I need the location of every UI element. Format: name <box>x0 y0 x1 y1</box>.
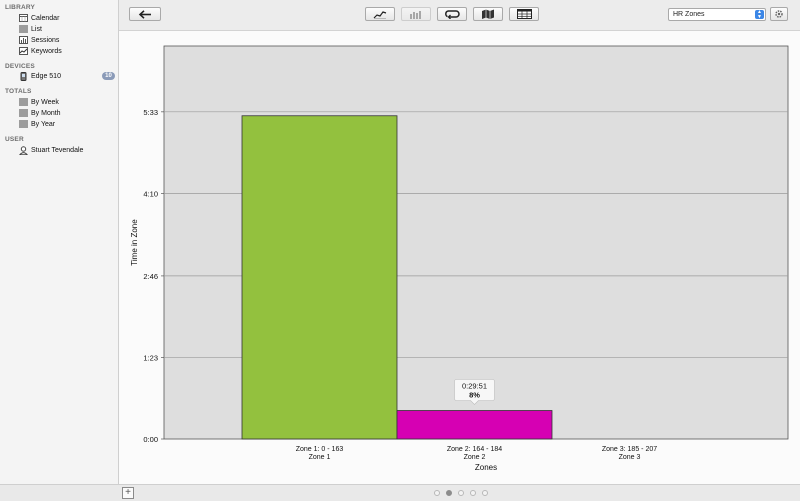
sidebar-item-keywords[interactable]: Keywords <box>19 46 62 56</box>
tooltip-time: 0:29:51 <box>462 382 487 391</box>
table-icon <box>516 9 532 19</box>
list-icon <box>19 120 28 128</box>
map-view-button[interactable] <box>473 7 503 21</box>
bar-chart-view-button[interactable] <box>401 7 431 21</box>
hr-zones-chart: 0:001:232:464:105:33 Zone 1: 0 - 163Zone… <box>130 45 789 472</box>
sidebar-item-edge-510[interactable]: Edge 510 <box>19 71 61 81</box>
y-tick-label: 4:10 <box>143 189 158 198</box>
device-icon <box>19 72 28 81</box>
sidebar-item-label: Keywords <box>31 47 62 55</box>
x-tick-label: Zone 2: 164 - 184 <box>447 446 502 453</box>
y-tick-label: 2:46 <box>143 272 158 281</box>
x-tick-sublabel: Zone 3 <box>619 454 641 461</box>
page-dot[interactable] <box>434 490 440 496</box>
sidebar-item-sessions[interactable]: Sessions <box>19 35 59 45</box>
sidebar-item-by-year[interactable]: By Year <box>19 119 55 129</box>
line-chart-icon <box>373 10 387 19</box>
toolbar: HR Zones ▲ ▼ <box>119 0 800 31</box>
sidebar-item-by-week[interactable]: By Week <box>19 97 59 107</box>
sidebar-item-label: List <box>31 25 42 33</box>
user-heading: USER <box>5 136 24 143</box>
y-tick-label: 5:33 <box>143 108 158 117</box>
sidebar-item-label: Calendar <box>31 14 60 22</box>
sidebar-item-label: Edge 510 <box>31 72 61 80</box>
tooltip-percent: 8% <box>469 391 480 400</box>
x-tick-label: Zone 1: 0 - 163 <box>296 446 344 453</box>
bottom-bar: + <box>0 484 800 501</box>
bar-zone-1[interactable] <box>241 115 398 440</box>
select-arrows-icon: ▲ ▼ <box>755 10 764 19</box>
y-tick-label: 1:23 <box>143 353 158 362</box>
loop-view-button[interactable] <box>437 7 467 21</box>
library-heading: LIBRARY <box>5 4 36 11</box>
sidebar-item-label: By Year <box>31 120 56 128</box>
bar-chart-icon <box>410 10 421 19</box>
y-axis-label: Time in Zone <box>130 219 139 266</box>
sidebar-item-by-month[interactable]: By Month <box>19 108 61 118</box>
back-arrow-icon <box>138 9 151 19</box>
page-dot[interactable] <box>482 490 488 496</box>
user-icon <box>18 146 29 156</box>
chart-type-select[interactable]: HR Zones ▲ ▼ <box>668 8 766 21</box>
sidebar-item-user[interactable]: Stuart Tevendale <box>18 145 84 156</box>
x-axis-label: Zones <box>475 463 497 472</box>
page-dot[interactable] <box>458 490 464 496</box>
table-view-button[interactable] <box>509 7 539 21</box>
y-tick-label: 0:00 <box>143 435 158 444</box>
map-icon <box>482 9 494 19</box>
bar-tooltip: 0:29:518% <box>454 379 495 405</box>
line-chart-view-button[interactable] <box>365 7 395 21</box>
list-icon <box>19 98 28 106</box>
loop-icon <box>445 10 460 19</box>
devices-heading: DEVICES <box>5 63 35 70</box>
sidebar-item-label: By Week <box>31 98 59 106</box>
x-tick-sublabel: Zone 1 <box>309 454 331 461</box>
x-tick-sublabel: Zone 2 <box>464 454 486 461</box>
gear-icon <box>775 10 783 18</box>
keywords-icon <box>19 47 28 55</box>
page-dot[interactable] <box>446 490 452 496</box>
sidebar: LIBRARY Calendar List Sessions Keywords … <box>0 0 119 484</box>
settings-button[interactable] <box>770 7 788 21</box>
totals-heading: TOTALS <box>5 88 32 95</box>
list-icon <box>19 25 28 33</box>
device-count-badge: 10 <box>102 72 115 80</box>
calendar-icon <box>19 14 28 22</box>
sidebar-item-label: By Month <box>31 109 61 117</box>
sidebar-item-label: Sessions <box>31 36 60 44</box>
sessions-icon <box>19 36 28 44</box>
sidebar-item-list[interactable]: List <box>19 24 42 34</box>
sidebar-item-calendar[interactable]: Calendar <box>19 13 59 23</box>
back-button[interactable] <box>129 7 161 21</box>
list-icon <box>19 109 28 117</box>
sidebar-item-label: Stuart Tevendale <box>31 146 84 154</box>
chart-type-select-value: HR Zones <box>673 11 705 18</box>
chart-panel: 0:00 1:23 2:46 4:10 5:33 Zone 1: 0 - 163 Zone… <box>119 31 800 484</box>
page-dot[interactable] <box>470 490 476 496</box>
bar-zone-2[interactable] <box>396 410 553 440</box>
x-tick-label: Zone 3: 185 - 207 <box>602 446 657 453</box>
add-button[interactable]: + <box>122 487 134 499</box>
